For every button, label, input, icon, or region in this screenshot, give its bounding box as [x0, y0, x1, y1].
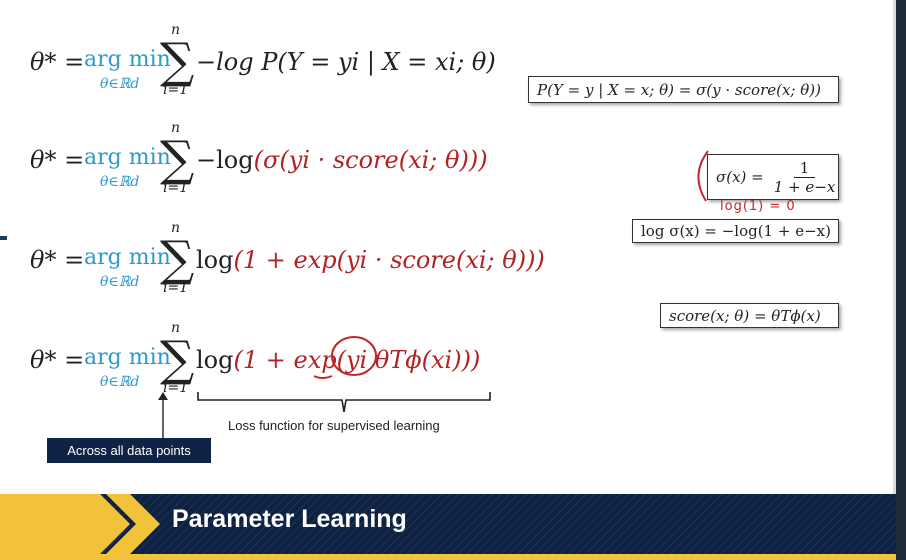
eq1-body: −log P(Y = yi | X = xi; θ) — [196, 48, 496, 76]
slide-marker — [0, 236, 7, 240]
annotation-marks — [313, 336, 377, 379]
across-data-label: Across all data points — [47, 438, 211, 463]
eq1-domain: θ∈ℝd — [100, 76, 140, 92]
banner-title: Parameter Learning — [172, 505, 407, 533]
eq3-sum-sign: ∑ — [160, 231, 195, 287]
label-arrow — [158, 392, 168, 440]
prob-box: P(Y = y | X = x; θ) = σ(y · score(x; θ)) — [528, 76, 839, 103]
eq4-sum-sign: ∑ — [160, 331, 195, 387]
eq1-argmin: arg min — [84, 47, 171, 72]
eq4-domain: θ∈ℝd — [100, 374, 140, 390]
title-banner: Parameter Learning — [0, 494, 896, 554]
score-box: score(x; θ) = θTϕ(x) — [660, 303, 839, 328]
annotation-underline — [313, 375, 333, 379]
eq2-log: −log — [196, 146, 254, 174]
eq2-sum-sign: ∑ — [160, 131, 195, 187]
eq2-sigmoid-term: (σ(yi · score(xi; θ))) — [253, 146, 488, 174]
eq3-sum-lower: i=1 — [163, 280, 189, 296]
banner-gold-strip — [0, 554, 896, 560]
eq3-domain: θ∈ℝd — [100, 274, 140, 290]
annotation-circle — [331, 336, 377, 376]
eq2-domain: θ∈ℝd — [100, 174, 140, 190]
eq3-argmin: arg min — [84, 245, 171, 270]
handwritten-note: log(1) = 0 — [720, 199, 796, 214]
eq2-body: −log(σ(yi · score(xi; θ))) — [196, 146, 488, 174]
eq4-argmin: arg min — [84, 345, 171, 370]
window-edge — [896, 0, 906, 560]
banner-graphics — [0, 494, 896, 554]
eq2-sum-lower: i=1 — [163, 180, 189, 196]
eq3-log: log — [196, 246, 234, 274]
eq2-argmin: arg min — [84, 145, 171, 170]
eq2-lhs: θ* = — [30, 146, 85, 174]
eq3-exp-term: (1 + exp(yi · score(xi; θ))) — [233, 246, 545, 274]
eq3-body: log(1 + exp(yi · score(xi; θ))) — [196, 246, 545, 274]
eq4-log: log — [196, 346, 234, 374]
handwritten-bracket — [697, 150, 709, 202]
eq3-lhs: θ* = — [30, 246, 85, 274]
eq1-sum-sign: ∑ — [160, 33, 195, 89]
eq1-lhs: θ* = — [30, 48, 85, 76]
eq1-sum-lower: i=1 — [163, 82, 189, 98]
slide: θ* = arg min θ∈ℝd n ∑ i=1 −log P(Y = yi … — [0, 0, 906, 560]
log-sigmoid-box: log σ(x) = −log(1 + e−x) — [632, 219, 839, 243]
eq4-lhs: θ* = — [30, 346, 85, 374]
loss-caption: Loss function for supervised learning — [228, 418, 440, 433]
